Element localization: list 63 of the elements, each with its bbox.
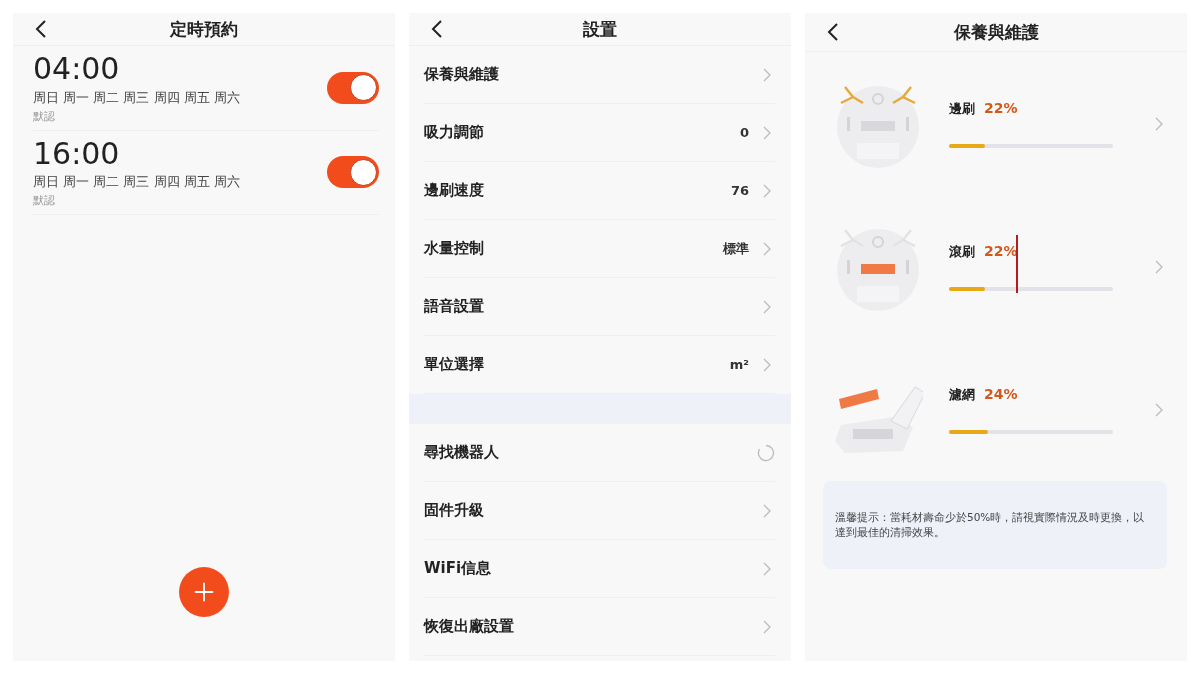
add-button[interactable] (179, 567, 229, 617)
settings-row[interactable]: 邊刷速度 76 (424, 162, 775, 220)
screen-title: 保養與維護 (953, 20, 1039, 44)
part-percent: 22% (984, 99, 1018, 116)
schedule-time: 16:00 (33, 136, 121, 171)
maintenance-item[interactable]: 滾刷 22% (805, 195, 1187, 338)
setting-label: 語音設置 (424, 297, 485, 316)
part-name: 濾網 (949, 385, 975, 404)
chevron-icon (763, 619, 771, 634)
back-icon[interactable] (827, 22, 839, 42)
chevron-icon (763, 357, 771, 372)
settings-row[interactable]: 語音設置 (424, 278, 775, 336)
chevron-icon (763, 241, 771, 256)
maintenance-item[interactable]: 邊刷 22% (805, 52, 1187, 195)
setting-value: m² (729, 357, 749, 372)
chevron-icon (763, 561, 771, 576)
setting-label: 恢復出廠設置 (424, 617, 515, 636)
settings-row[interactable]: 固件升級 (424, 482, 775, 540)
screen-title: 設置 (583, 17, 617, 41)
chevron-icon (1155, 116, 1163, 131)
setting-value: 76 (730, 183, 749, 198)
back-icon[interactable] (35, 19, 47, 39)
cursor-line (1016, 234, 1018, 293)
schedule-days: 周日 周一 周二 周三 周四 周五 周六 (33, 88, 240, 107)
screen-title: 定時預約 (170, 17, 238, 41)
settings-row[interactable]: WiFi信息 (424, 540, 775, 598)
plus-icon (193, 581, 215, 603)
setting-label: 單位選擇 (424, 355, 485, 374)
setting-value: 標準 (723, 239, 749, 258)
setting-label: 固件升級 (424, 501, 485, 520)
chevron-icon (763, 183, 771, 198)
chevron-icon (1155, 402, 1163, 417)
setting-label: 吸力調節 (424, 123, 485, 142)
toggle-switch[interactable] (327, 71, 379, 104)
schedule-days: 周日 周一 周二 周三 周四 周五 周六 (33, 173, 240, 191)
part-percent: 24% (984, 385, 1018, 402)
chevron-icon (1155, 259, 1163, 274)
chevron-icon (763, 503, 771, 518)
chevron-icon (763, 299, 771, 314)
setting-value: 0 (739, 125, 749, 140)
part-percent: 22% (984, 242, 1018, 259)
settings-row[interactable]: 恢復出廠設置 (424, 598, 775, 656)
schedule-note: 默認 (33, 193, 56, 208)
settings-row[interactable]: 吸力調節 0 (424, 104, 775, 162)
setting-label: 水量控制 (424, 239, 485, 258)
part-name: 邊刷 (949, 99, 975, 118)
settings-row[interactable]: 保養與維護 (424, 46, 775, 104)
setting-label: 保養與維護 (424, 65, 500, 84)
setting-label: WiFi信息 (424, 559, 493, 578)
settings-row[interactable]: 水量控制 標準 (424, 220, 775, 278)
settings-row[interactable]: 尋找機器人 (424, 424, 775, 482)
setting-label: 尋找機器人 (424, 443, 500, 462)
maintenance-item[interactable]: 濾網 24% (805, 338, 1187, 481)
setting-label: 邊刷速度 (424, 181, 485, 200)
chevron-icon (763, 125, 771, 140)
back-icon[interactable] (431, 19, 443, 39)
toggle-switch[interactable] (327, 156, 379, 189)
schedule-time: 04:00 (33, 52, 121, 87)
tip-text: 溫馨提示：當耗材壽命少於50%時，請視實際情況及時更換，以達到最佳的清掃效果。 (835, 510, 1146, 540)
schedule-note: 默認 (33, 108, 56, 124)
part-name: 滾刷 (949, 242, 975, 261)
loading-spinner-icon (757, 443, 775, 462)
chevron-icon (763, 67, 771, 82)
